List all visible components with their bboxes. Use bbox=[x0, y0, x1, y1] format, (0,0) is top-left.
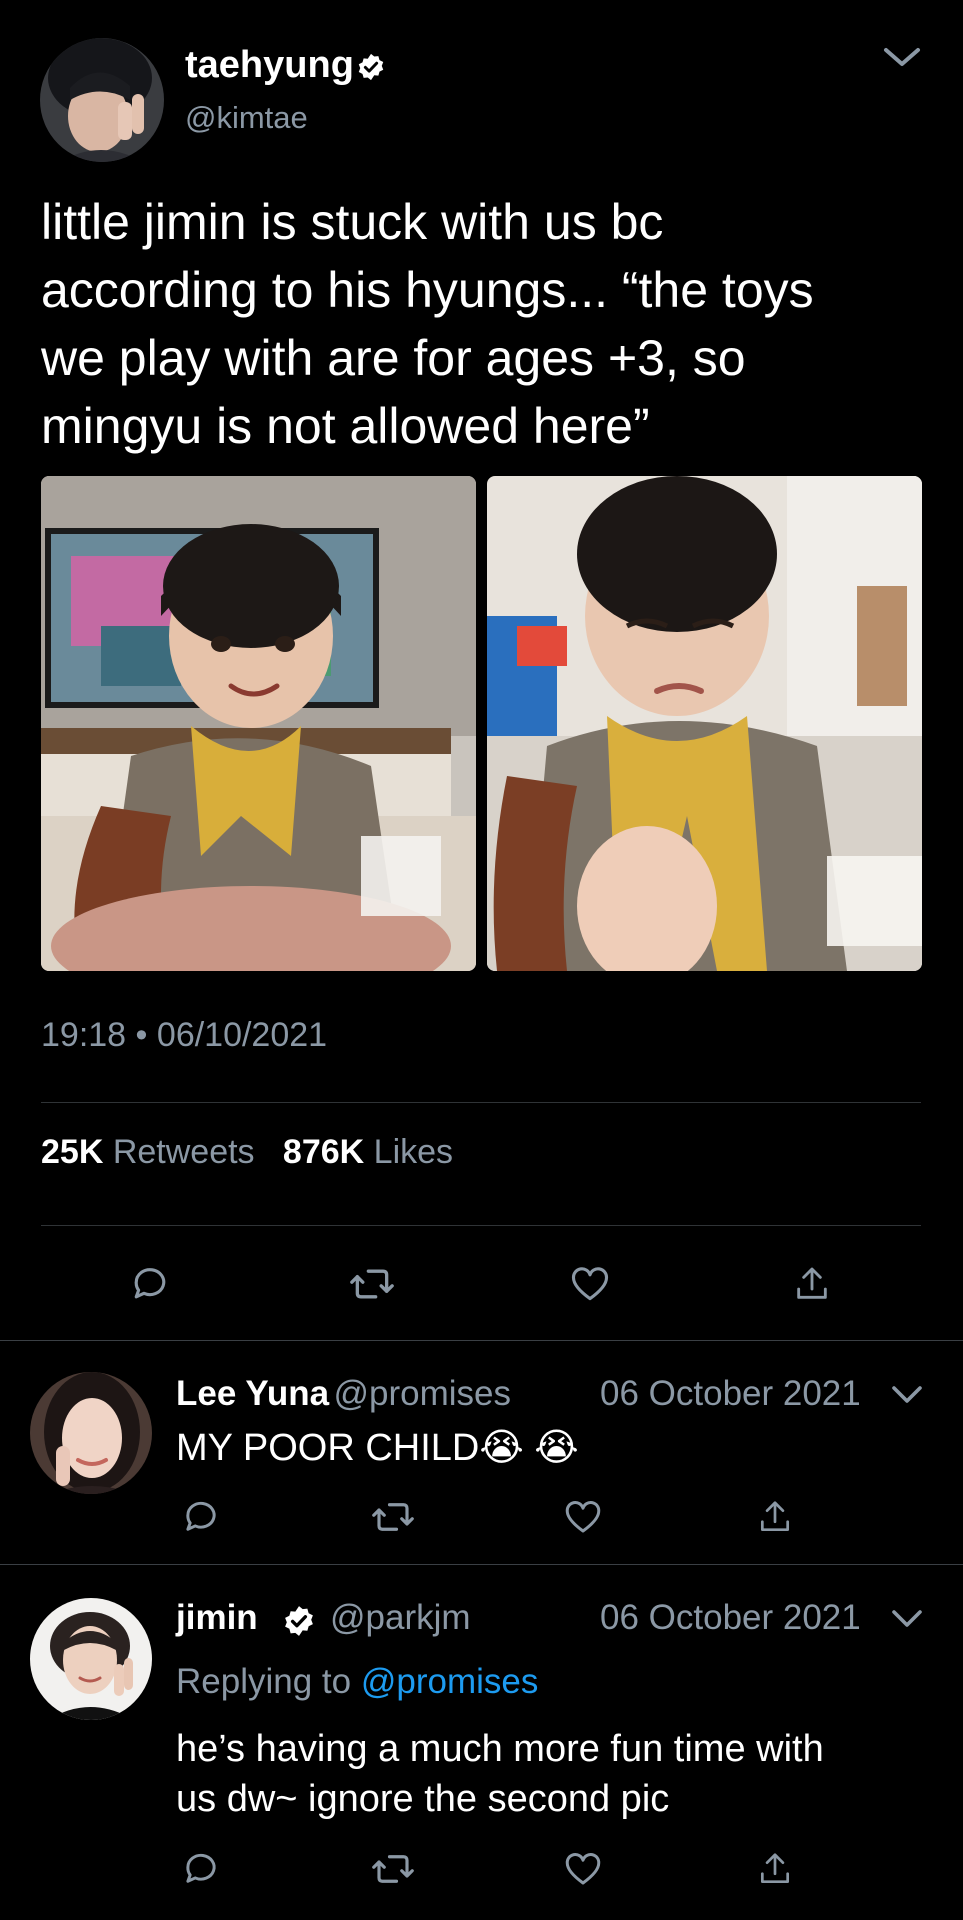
likes-label: Likes bbox=[373, 1133, 454, 1171]
chevron-down-icon[interactable] bbox=[890, 1606, 924, 1637]
reply-button[interactable] bbox=[178, 1846, 224, 1892]
tweet-photo-2[interactable] bbox=[487, 476, 922, 971]
retweets-label: Retweets bbox=[112, 1133, 255, 1171]
author-name[interactable]: jimin bbox=[176, 1598, 258, 1637]
divider bbox=[0, 1340, 963, 1341]
like-button[interactable] bbox=[566, 1260, 614, 1308]
replying-prefix: Replying to bbox=[176, 1662, 352, 1701]
heart-icon bbox=[571, 1267, 609, 1301]
retweet-button[interactable] bbox=[368, 1846, 418, 1892]
avatar[interactable] bbox=[30, 1372, 152, 1494]
likes-stat[interactable]: 876K Likes bbox=[283, 1133, 453, 1171]
verified-badge-icon bbox=[282, 1604, 316, 1643]
speech-bubble-icon bbox=[186, 1853, 216, 1883]
heart-icon bbox=[565, 1853, 601, 1885]
retweet-button[interactable] bbox=[346, 1260, 398, 1308]
retweets-count: 25K bbox=[41, 1133, 104, 1171]
speech-bubble-icon bbox=[134, 1268, 166, 1299]
like-button[interactable] bbox=[560, 1494, 606, 1540]
reply-text: he’s having a much more fun time with us… bbox=[176, 1728, 824, 1820]
divider bbox=[0, 1564, 963, 1565]
reply-text: MY POOR CHILD😭 😭 bbox=[176, 1427, 579, 1469]
replying-to-line: Replying to @promises bbox=[176, 1662, 538, 1702]
author-name[interactable]: taehyung bbox=[185, 44, 354, 87]
retweet-icon bbox=[372, 1855, 414, 1883]
likes-count: 876K bbox=[282, 1133, 365, 1171]
divider bbox=[41, 1102, 921, 1103]
main-tweet: taehyung @kimtae little jimin is stuck w… bbox=[0, 0, 963, 1340]
verified-badge-icon bbox=[356, 52, 386, 87]
share-icon bbox=[797, 1267, 827, 1299]
author-handle[interactable]: @promises bbox=[334, 1374, 512, 1413]
heart-icon bbox=[565, 1501, 601, 1533]
share-button[interactable] bbox=[788, 1260, 836, 1308]
avatar[interactable] bbox=[30, 1598, 152, 1720]
author-handle[interactable]: @parkjm bbox=[330, 1598, 471, 1638]
tweet-timestamp[interactable]: 19:18 • 06/10/2021 bbox=[41, 1016, 327, 1055]
retweets-stat[interactable]: 25K Retweets bbox=[41, 1133, 264, 1171]
retweet-icon bbox=[372, 1503, 414, 1531]
tweet-text: little jimin is stuck with us bc accordi… bbox=[41, 194, 814, 454]
reply-header: Lee Yuna @promises bbox=[176, 1374, 511, 1414]
tweet-time: 19:18 bbox=[41, 1016, 127, 1054]
tweet-date: 06/10/2021 bbox=[156, 1016, 328, 1054]
chevron-down-icon[interactable] bbox=[882, 42, 922, 77]
speech-bubble-icon bbox=[186, 1501, 216, 1531]
tweet-photo-1[interactable] bbox=[41, 476, 476, 971]
reply-header: jimin bbox=[176, 1598, 258, 1638]
divider bbox=[41, 1225, 921, 1226]
share-button[interactable] bbox=[752, 1494, 798, 1540]
share-button[interactable] bbox=[752, 1846, 798, 1892]
author-handle[interactable]: @kimtae bbox=[185, 100, 308, 136]
share-icon bbox=[760, 1853, 790, 1884]
chevron-down-icon[interactable] bbox=[890, 1382, 924, 1413]
reply-button[interactable] bbox=[126, 1260, 174, 1308]
like-button[interactable] bbox=[560, 1846, 606, 1892]
author-name[interactable]: Lee Yuna bbox=[176, 1374, 329, 1413]
reply-date[interactable]: 06 October 2021 bbox=[600, 1598, 861, 1638]
meta-separator: • bbox=[135, 1016, 148, 1054]
share-icon bbox=[760, 1501, 790, 1532]
tweet-stats: 25K Retweets 876K Likes bbox=[41, 1133, 453, 1172]
retweet-icon bbox=[350, 1269, 394, 1299]
retweet-button[interactable] bbox=[368, 1494, 418, 1540]
reply-button[interactable] bbox=[178, 1494, 224, 1540]
reply-date[interactable]: 06 October 2021 bbox=[600, 1374, 861, 1414]
mention-link[interactable]: @promises bbox=[361, 1662, 539, 1701]
avatar[interactable] bbox=[40, 38, 164, 162]
